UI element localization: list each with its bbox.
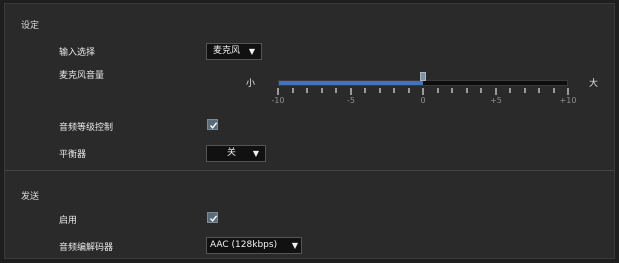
triangle-down-icon: ▼ <box>291 241 298 250</box>
slider-tick <box>524 88 526 93</box>
slider-tick <box>538 88 540 93</box>
slider-tick-label: +10 <box>559 96 577 105</box>
codec-dropdown[interactable]: AAC (128kbps) ▼ <box>206 237 302 254</box>
section-title-send: 发送 <box>21 192 40 202</box>
slider-tick <box>495 88 497 95</box>
slider-tick <box>422 88 424 95</box>
checkmark-icon <box>209 215 218 222</box>
slider-tick-label: 0 <box>420 96 426 105</box>
enable-checkbox[interactable] <box>207 212 218 223</box>
checkmark-icon <box>209 122 218 129</box>
mic-volume-slider-thumb[interactable] <box>420 72 426 81</box>
slider-tick <box>437 88 439 93</box>
slider-tick <box>335 88 337 93</box>
slider-tick-label: -5 <box>347 96 355 105</box>
input-select-dropdown[interactable]: 麦克风 ▼ <box>206 43 262 60</box>
slider-tick <box>480 88 482 93</box>
mic-volume-min-label: 小 <box>246 79 256 89</box>
mic-volume-max-label: 大 <box>589 79 599 89</box>
mic-volume-slider-fill <box>279 81 423 85</box>
section-divider <box>5 170 614 171</box>
section-title-settings: 设定 <box>21 21 40 31</box>
slider-tick <box>451 88 453 93</box>
slider-tick <box>393 88 395 93</box>
mic-volume-ticks: -10 -5 0 +5 +10 <box>271 88 576 108</box>
slider-tick <box>364 88 366 93</box>
codec-value: AAC (128kbps) <box>210 240 278 250</box>
slider-tick <box>379 88 381 93</box>
slider-tick <box>466 88 468 93</box>
slider-tick <box>553 88 555 93</box>
slider-tick <box>509 88 511 93</box>
slider-tick <box>321 88 323 93</box>
audio-level-control-checkbox[interactable] <box>207 119 218 130</box>
audio-level-control-label: 音频等级控制 <box>59 123 114 133</box>
triangle-down-icon: ▼ <box>252 149 259 158</box>
input-select-value: 麦克风 <box>213 46 241 56</box>
slider-tick-label: +5 <box>490 96 502 105</box>
input-select-label: 输入选择 <box>59 48 96 58</box>
slider-tick <box>306 88 308 93</box>
equalizer-label: 平衡器 <box>59 150 87 160</box>
equalizer-value: 关 <box>227 148 237 158</box>
triangle-down-icon: ▼ <box>248 47 255 56</box>
slider-tick <box>567 88 569 95</box>
slider-tick <box>350 88 352 95</box>
equalizer-dropdown[interactable]: 关 ▼ <box>206 145 266 162</box>
mic-volume-label: 麦克风音量 <box>59 71 105 81</box>
slider-tick <box>277 88 279 95</box>
slider-tick-label: -10 <box>271 96 285 105</box>
slider-tick <box>292 88 294 93</box>
slider-tick <box>408 88 410 93</box>
enable-label: 启用 <box>59 216 78 226</box>
codec-label: 音频编解码器 <box>59 243 114 253</box>
